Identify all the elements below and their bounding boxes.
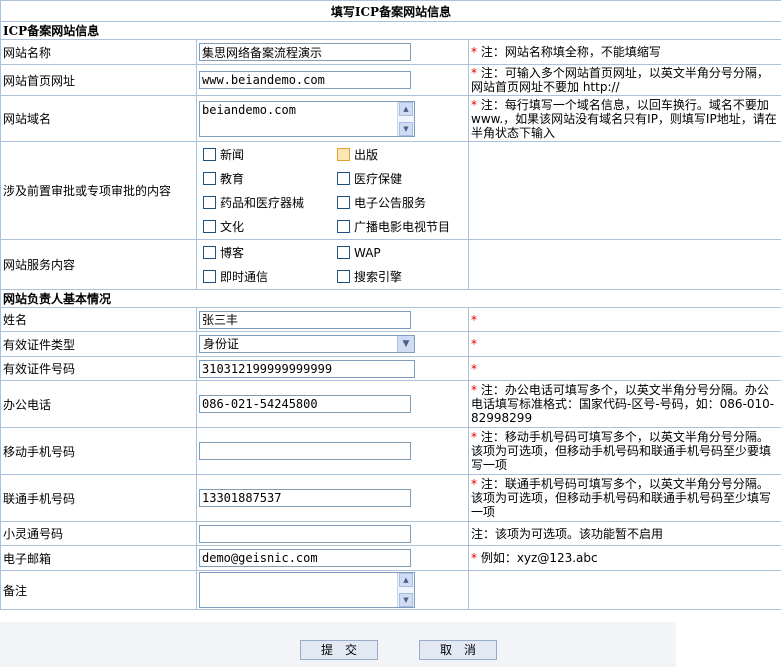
home-url-note: * 注：可输入多个网站首页网址，以英文半角分号分隔，网站首页网址不要加 http…: [468, 64, 781, 96]
checkbox-icon: [203, 172, 216, 185]
approval-label: 涉及前置审批或专项审批的内容: [0, 141, 197, 240]
checkbox-healthcare[interactable]: 医疗保健: [333, 167, 467, 191]
person-name-label: 姓名: [0, 307, 197, 332]
checkbox-drugs[interactable]: 药品和医疗器械: [199, 191, 333, 215]
remark-textarea[interactable]: ▲ ▼: [199, 572, 415, 608]
required-star: *: [471, 361, 477, 376]
email-input[interactable]: [199, 549, 411, 567]
checkbox-broadcast[interactable]: 广播电影电视节目: [333, 215, 467, 239]
phs-label: 小灵通号码: [0, 521, 197, 546]
service-checkboxes: 博客 WAP 即时通信 搜索引擎: [199, 241, 466, 289]
required-star: *: [471, 337, 477, 351]
checkbox-bbs[interactable]: 电子公告服务: [333, 191, 467, 215]
checkbox-icon: [337, 270, 350, 283]
site-name-note: * 注：网站名称填全称，不能填缩写: [468, 39, 781, 65]
office-phone-input[interactable]: [199, 395, 411, 413]
scroll-up-icon[interactable]: ▲: [399, 573, 413, 587]
unicom-label: 联通手机号码: [0, 474, 197, 522]
approval-checkboxes: 新闻 出版 教育 医疗保健 药品和医疗器械 电子公告服务 文化 广播电影电视节目: [199, 143, 466, 239]
checkbox-news[interactable]: 新闻: [199, 143, 333, 167]
required-star: *: [471, 45, 477, 59]
checkbox-icon: [203, 246, 216, 259]
unicom-input[interactable]: [199, 489, 411, 507]
email-label: 电子邮箱: [0, 545, 197, 571]
id-number-label: 有效证件号码: [0, 356, 197, 381]
icp-form: 填写ICP备案网站信息 ICP备案网站信息 网站名称 * 注：网站名称填全称，不…: [0, 0, 781, 610]
checkbox-blog[interactable]: 博客: [199, 241, 333, 265]
checkbox-icon: [337, 246, 350, 259]
domain-scrollbar[interactable]: ▲ ▼: [397, 101, 414, 136]
site-name-label: 网站名称: [0, 39, 197, 65]
checkbox-culture[interactable]: 文化: [199, 215, 333, 239]
office-phone-note: * 注：办公电话可填写多个，以英文半角分号分隔。办公电话填写标准格式：国家代码-…: [468, 380, 781, 428]
person-name-input[interactable]: [199, 310, 411, 329]
submit-button[interactable]: 提 交: [300, 640, 378, 660]
id-type-select[interactable]: 身份证 ▼: [199, 335, 415, 353]
office-phone-label: 办公电话: [0, 380, 197, 428]
section-header-site: ICP备案网站信息: [0, 21, 781, 40]
phs-note: 注：该项为可选项。该功能暂不启用: [468, 521, 781, 546]
mobile-label: 移动手机号码: [0, 427, 197, 475]
checkbox-im[interactable]: 即时通信: [199, 265, 333, 289]
phs-input[interactable]: [199, 524, 411, 543]
checkbox-icon: [337, 172, 350, 185]
home-url-input[interactable]: [199, 71, 411, 89]
mobile-note: * 注：移动手机号码可填写多个，以英文半角分号分隔。该项为可选项，但移动手机号码…: [468, 427, 781, 475]
scroll-down-icon[interactable]: ▼: [399, 593, 413, 607]
mobile-input[interactable]: [199, 442, 411, 460]
id-type-label: 有效证件类型: [0, 331, 197, 357]
form-table: 填写ICP备案网站信息 ICP备案网站信息 网站名称 * 注：网站名称填全称，不…: [0, 0, 781, 610]
section-header-person: 网站负责人基本情况: [0, 289, 781, 308]
unicom-note: * 注：联通手机号码可填写多个，以英文半角分号分隔。该项为可选项，但移动手机号码…: [468, 474, 781, 522]
home-url-label: 网站首页网址: [0, 64, 197, 96]
checkbox-icon: [203, 220, 216, 233]
email-note: * 例如：xyz@123.abc: [468, 545, 781, 571]
page-title: 填写ICP备案网站信息: [0, 0, 781, 22]
checkbox-icon: [203, 196, 216, 209]
id-number-input[interactable]: [199, 359, 415, 378]
remark-scrollbar[interactable]: ▲ ▼: [397, 573, 414, 607]
required-star: *: [471, 312, 477, 327]
checkbox-education[interactable]: 教育: [199, 167, 333, 191]
checkbox-icon: [337, 148, 350, 161]
checkbox-wap[interactable]: WAP: [333, 241, 467, 265]
checkbox-icon: [337, 220, 350, 233]
remark-label: 备注: [0, 570, 197, 610]
domain-textarea[interactable]: beiandemo.com ▲ ▼: [199, 100, 415, 137]
checkbox-icon: [203, 148, 216, 161]
checkbox-icon: [337, 196, 350, 209]
scroll-up-icon[interactable]: ▲: [399, 101, 413, 116]
cancel-button[interactable]: 取 消: [419, 640, 497, 660]
checkbox-icon: [203, 270, 216, 283]
button-bar: 提 交 取 消: [0, 622, 676, 667]
site-name-input[interactable]: [199, 43, 411, 61]
checkbox-publishing[interactable]: 出版: [333, 143, 467, 167]
domain-note: * 注：每行填写一个域名信息，以回车换行。域名不要加 www.，如果该网站没有域…: [468, 95, 781, 142]
checkbox-search[interactable]: 搜索引擎: [333, 265, 467, 289]
chevron-down-icon[interactable]: ▼: [397, 336, 414, 352]
scroll-down-icon[interactable]: ▼: [399, 121, 413, 136]
domain-label: 网站域名: [0, 95, 197, 142]
service-label: 网站服务内容: [0, 239, 197, 290]
